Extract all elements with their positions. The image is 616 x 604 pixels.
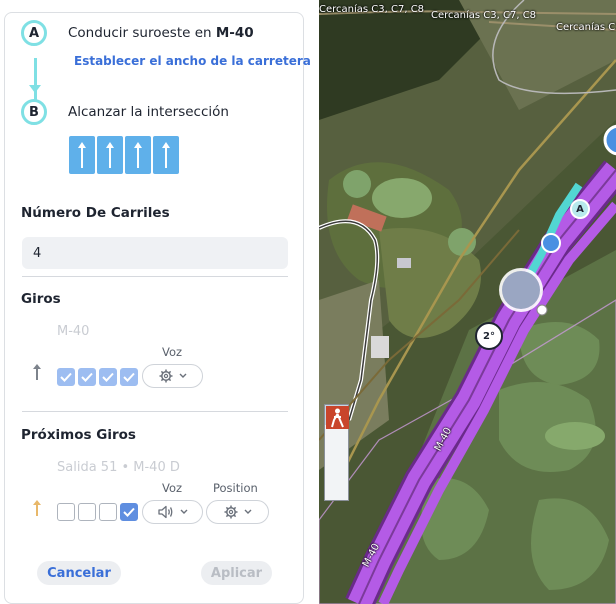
cancel-button[interactable]: Cancelar: [37, 561, 121, 585]
gear-icon: [159, 369, 172, 383]
next-turns-voice-dropdown[interactable]: [142, 500, 203, 524]
lane-3: [125, 136, 151, 174]
rail-label-3: Cercanías C3, C7, C8: [556, 22, 616, 33]
step-a-letter: A: [28, 25, 40, 41]
chevron-down-icon: [179, 373, 186, 378]
next-turns-position-dropdown[interactable]: [206, 500, 269, 524]
chevron-down-icon: [180, 509, 187, 514]
map-degree-badge[interactable]: 2°: [475, 322, 503, 350]
next-turns-lane-checkbox-3[interactable]: [99, 503, 117, 521]
gear-icon: [224, 505, 237, 519]
next-turns-lane-checkbox-1[interactable]: [57, 503, 75, 521]
step-a-road: M-40: [215, 25, 254, 41]
turns-title: Giros: [21, 291, 61, 307]
chevron-down-icon: [244, 509, 251, 514]
turns-road-field[interactable]: M-40: [57, 324, 89, 339]
next-turns-position-label: Position: [213, 481, 258, 495]
step-a-text: Conducir suroeste en: [68, 25, 216, 41]
check-icon: [123, 507, 135, 517]
next-turns-lane-checkbox-2[interactable]: [78, 503, 96, 521]
next-turns-lane-checkboxes: [57, 503, 138, 521]
pedestrian-icon: [326, 406, 349, 429]
map-view[interactable]: Cercanías C3, C7, C8 Cercanías C3, C7, C…: [319, 0, 616, 604]
rail-label-2: Cercanías C3, C7, C8: [431, 10, 537, 21]
map-marker-a[interactable]: A: [570, 199, 590, 219]
divider: [22, 411, 288, 412]
next-turn-arrow-icon: [33, 500, 41, 516]
step-a-instruction: Conducir suroeste en M-40: [68, 25, 254, 41]
speaker-icon: [157, 505, 172, 519]
turns-voice-dropdown[interactable]: [142, 364, 203, 388]
turns-lane-checkboxes: [57, 368, 138, 386]
step-b-marker: B: [21, 99, 47, 125]
check-icon: [81, 372, 93, 382]
lane-diagram: [69, 136, 179, 174]
set-road-width-link[interactable]: Establecer el ancho de la carretera: [74, 54, 311, 68]
turns-lane-checkbox-3[interactable]: [99, 368, 117, 386]
lane-1: [69, 136, 95, 174]
lane-2: [97, 136, 123, 174]
arrow-up-icon: [162, 142, 170, 168]
route-connector-arrow-icon: [29, 85, 41, 93]
check-icon: [102, 372, 114, 382]
map-canvas: [319, 0, 616, 604]
step-a-marker: A: [21, 20, 47, 46]
turns-lane-checkbox-4[interactable]: [120, 368, 138, 386]
check-icon: [60, 372, 72, 382]
turns-voice-label: Voz: [162, 345, 183, 359]
next-turns-voice-label: Voz: [162, 481, 183, 495]
next-turns-lane-checkbox-4[interactable]: [120, 503, 138, 521]
app-root: A Conducir suroeste en M-40 Establecer e…: [0, 0, 616, 604]
next-turns-title: Próximos Giros: [21, 427, 136, 443]
arrow-up-icon: [134, 142, 142, 168]
rail-label-1: Cercanías C3, C7, C8: [319, 4, 425, 15]
step-b-letter: B: [29, 104, 39, 120]
divider: [22, 276, 288, 277]
lanes-count-input[interactable]: [22, 237, 288, 269]
arrow-up-icon: [106, 142, 114, 168]
turn-arrow-icon: [33, 364, 41, 380]
arrow-up-icon: [78, 142, 86, 168]
route-panel: A Conducir suroeste en M-40 Establecer e…: [4, 12, 311, 604]
turns-lane-checkbox-1[interactable]: [57, 368, 75, 386]
lane-4: [153, 136, 179, 174]
apply-button[interactable]: Aplicar: [201, 561, 272, 585]
step-b-instruction: Alcanzar la intersección: [68, 104, 229, 120]
map-lane-legend[interactable]: [324, 404, 349, 501]
lanes-count-title: Número De Carriles: [21, 205, 170, 221]
turns-lane-checkbox-2[interactable]: [78, 368, 96, 386]
check-icon: [123, 372, 135, 382]
next-turns-road-field[interactable]: Salida 51 • M-40 D: [57, 460, 180, 475]
